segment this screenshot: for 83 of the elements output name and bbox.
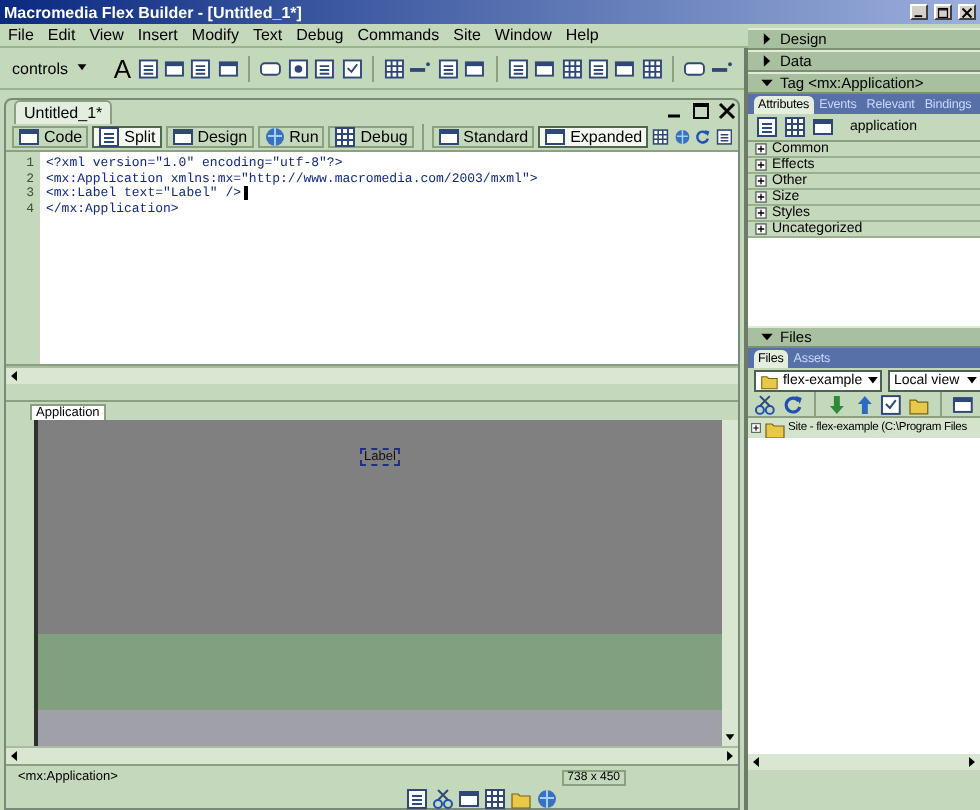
down-arrow-icon[interactable]	[722, 730, 738, 746]
list-icon[interactable]	[756, 116, 778, 138]
refresh-icon[interactable]	[694, 126, 712, 148]
globe-icon	[263, 126, 286, 148]
list-icon[interactable]	[406, 787, 428, 809]
window-icon	[18, 126, 40, 148]
list-icon[interactable]	[437, 57, 459, 79]
document-tab[interactable]: Untitled_1*	[14, 100, 113, 124]
text-tool-button[interactable]: A	[113, 53, 132, 83]
window-icon[interactable]	[464, 57, 486, 79]
view-button[interactable]: Code	[12, 126, 89, 148]
window-icon[interactable]	[952, 394, 974, 416]
menu-item[interactable]: Site	[453, 26, 481, 44]
radio-icon[interactable]	[287, 57, 309, 79]
expand-icon[interactable]	[754, 142, 768, 156]
left-arrow-icon[interactable]	[6, 368, 22, 384]
window-icon[interactable]	[534, 57, 555, 79]
mode-button[interactable]: Standard	[431, 126, 535, 148]
rounded-rectangle-icon[interactable]	[684, 57, 706, 79]
window-icon	[171, 126, 194, 148]
expand-icon[interactable]	[754, 190, 768, 204]
expand-icon[interactable]	[754, 174, 768, 188]
window-icon[interactable]	[163, 57, 185, 79]
text-cursor	[243, 186, 248, 201]
view-button[interactable]: Debug	[328, 126, 414, 148]
left-arrow-icon[interactable]	[748, 754, 764, 770]
menu-item[interactable]: Window	[494, 26, 552, 44]
down-arrow-icon	[74, 60, 91, 76]
window-icon[interactable]	[217, 57, 239, 79]
list-icon[interactable]	[137, 57, 158, 79]
controls-dropdown[interactable]: controls	[12, 59, 92, 77]
menu-item[interactable]: View	[89, 26, 124, 44]
folder-icon	[760, 370, 779, 392]
grid-icon[interactable]	[652, 126, 670, 148]
expand-icon[interactable]	[754, 158, 768, 172]
list-icon	[98, 126, 121, 148]
window-icon	[437, 126, 460, 148]
right-arrow-icon[interactable]	[964, 754, 980, 770]
grid-icon	[334, 126, 357, 148]
window-title: Macromedia Flex Builder - [Untitled_1*]	[4, 3, 304, 21]
view-button[interactable]: Split	[92, 126, 162, 148]
grid-icon[interactable]	[383, 57, 405, 79]
checkbox-icon[interactable]	[341, 57, 362, 79]
window-icon[interactable]	[614, 57, 636, 79]
right-arrow-icon[interactable]	[722, 748, 738, 764]
menu-item[interactable]: Text	[252, 26, 283, 44]
close-icon[interactable]	[716, 100, 738, 122]
grid-icon[interactable]	[641, 57, 663, 79]
menu-item[interactable]: Modify	[191, 26, 239, 44]
list-icon[interactable]	[190, 57, 212, 79]
expand-icon[interactable]	[754, 222, 768, 236]
up-arrow-icon[interactable]	[853, 394, 875, 416]
left-arrow-icon[interactable]	[6, 748, 22, 764]
globe-icon[interactable]	[536, 787, 558, 809]
mode-button[interactable]: Expanded	[538, 126, 649, 148]
expand-icon[interactable]	[754, 206, 768, 220]
view-button[interactable]: Run	[257, 126, 325, 148]
list-icon[interactable]	[314, 57, 336, 79]
scissors-icon[interactable]	[754, 394, 776, 416]
list-icon[interactable]	[507, 57, 529, 79]
view-button[interactable]: Design	[165, 126, 254, 148]
scissors-icon[interactable]	[432, 787, 454, 809]
menu-item[interactable]: Edit	[47, 26, 76, 44]
window-icon	[544, 126, 567, 148]
maximize-icon[interactable]	[690, 100, 712, 122]
menu-item[interactable]: Commands	[357, 26, 440, 44]
list-icon[interactable]	[587, 57, 609, 79]
window-icon	[812, 116, 834, 138]
grid-icon[interactable]	[484, 787, 506, 809]
maximize-icon[interactable]	[936, 5, 950, 19]
rounded-rectangle-icon[interactable]	[260, 57, 282, 79]
list-icon[interactable]	[715, 126, 732, 148]
expand-icon[interactable]	[750, 422, 762, 434]
menu-item[interactable]: File	[8, 26, 34, 44]
grid-icon[interactable]	[561, 57, 582, 79]
menu-item[interactable]: Insert	[137, 26, 178, 44]
grid-icon[interactable]	[784, 116, 806, 138]
menu-item[interactable]: Debug	[296, 26, 344, 44]
window-icon[interactable]	[458, 787, 480, 809]
menu-item[interactable]: Help	[565, 26, 599, 44]
refresh-icon[interactable]	[781, 394, 804, 416]
close-icon[interactable]	[960, 5, 974, 19]
checkbox-icon[interactable]	[880, 394, 903, 416]
